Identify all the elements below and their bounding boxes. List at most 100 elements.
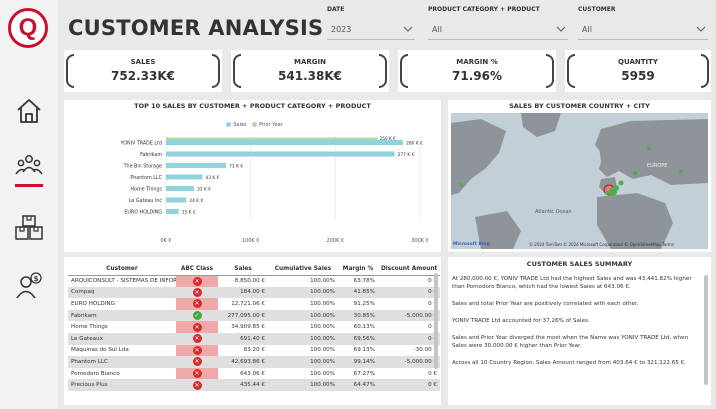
col-header-discount-amount[interactable]: Discount Amount xyxy=(378,263,440,276)
table-row[interactable]: ARQUICONSULT - SISTEMAS DE INFORMAÇÃO, S… xyxy=(68,275,440,287)
customers-icon[interactable] xyxy=(13,150,45,182)
cell-discount-amount: -5,000.00 € xyxy=(378,309,440,322)
cell-discount-amount: -5,000.00 € xyxy=(378,356,440,368)
sales-bar xyxy=(166,163,227,168)
class-a-check-icon: ✓ xyxy=(192,311,202,321)
col-header-margin-percent[interactable]: Margin % xyxy=(338,263,378,276)
kpi-label: MARGIN % xyxy=(456,58,498,66)
cell-customer: Precious Plus xyxy=(68,379,176,391)
cell-sales: 12,721.06 € xyxy=(231,300,265,307)
cell-margin-percent: 30.85% xyxy=(338,309,378,322)
map-attribution[interactable]: © 2024 TomTom © 2024 Microsoft Corporati… xyxy=(529,242,674,247)
cell-sales: 8,850.00 € xyxy=(234,278,265,285)
customer-filter-label: CUSTOMER xyxy=(578,6,616,13)
page-title: CUSTOMER ANALYSIS xyxy=(68,16,324,40)
kpi-value: 752.33K€ xyxy=(111,69,175,83)
map-title: SALES BY CUSTOMER COUNTRY + CITY xyxy=(509,102,650,110)
col-header-sales[interactable]: Sales xyxy=(218,263,268,276)
cell-customer: Phantom LLC xyxy=(68,356,176,368)
table-row[interactable]: Precious Plus✕C435.44 €100.00%64.47%0 € xyxy=(68,379,440,391)
table-row[interactable]: Máquinas do Sul Lda ✕C 83.20 € 100.00% 69.13… xyxy=(68,344,440,357)
class-c-cross-icon: ✕ xyxy=(192,334,202,344)
cell-margin-percent: 91.25% xyxy=(353,300,375,307)
table-header-row: Customer ABC Class Sales Cumulative Sale… xyxy=(68,263,440,276)
class-c-cross-icon: ✕ xyxy=(192,380,202,390)
table-row[interactable]: Fabrikam✓A277,095.00 €100.00%30.85%-5,00… xyxy=(68,309,440,322)
products-icon[interactable] xyxy=(13,212,45,244)
active-nav-indicator xyxy=(15,184,43,187)
category-label: Home Things xyxy=(130,187,162,193)
col-header-abc-class[interactable]: ABC Class xyxy=(176,263,218,276)
person-info-icon[interactable]: $ xyxy=(13,270,45,302)
product-filter-dropdown[interactable]: All xyxy=(428,20,568,40)
cell-discount-amount: 0 € xyxy=(378,286,440,299)
cell-abc-class: ✕C xyxy=(176,275,218,287)
product-filter[interactable]: PRODUCT CATEGORY + PRODUCT All xyxy=(428,6,568,42)
app-logo[interactable]: Q xyxy=(8,8,48,48)
home-icon[interactable] xyxy=(13,95,45,127)
kpi-value: 71.96% xyxy=(452,69,502,83)
bing-logo: Microsoft Bing xyxy=(453,242,490,247)
cell-cumulative-sales: 100.00% xyxy=(310,347,335,354)
date-filter[interactable]: DATE 2023 xyxy=(327,6,415,42)
col-header-cumulative-sales[interactable]: Cumulative Sales xyxy=(268,263,338,276)
cell-discount-amount: 0 € xyxy=(378,379,440,391)
top10-sales-panel: TOP 10 SALES BY CUSTOMER + PRODUCT CATEG… xyxy=(64,100,441,252)
kpi-margin-card: MARGIN 541.38K€ xyxy=(231,50,389,92)
cell-customer: Home Things xyxy=(71,324,108,331)
customer-filter-dropdown[interactable]: All xyxy=(578,20,708,40)
cell-discount-amount: 0 € xyxy=(428,278,437,285)
customer-table[interactable]: Customer ABC Class Sales Cumulative Sale… xyxy=(68,263,440,391)
table-row[interactable]: Home Things ✕C 34,909.85 € 100.00% 60.13% 0 € xyxy=(68,321,440,333)
kpi-label: MARGIN xyxy=(294,58,326,66)
cell-cumulative-sales: 100.00% xyxy=(268,286,338,299)
summary-panel: CUSTOMER SALES SUMMARY At 280,000.00 €, … xyxy=(448,257,711,405)
cell-cumulative-sales: 100.00% xyxy=(268,379,338,391)
cell-abc-class: ✕C xyxy=(176,367,218,380)
summary-scrollbar[interactable] xyxy=(704,275,708,385)
product-filter-label: PRODUCT CATEGORY + PRODUCT xyxy=(428,6,540,13)
table-row[interactable]: Compaq✕C184.00 €100.00%41.85%0 € xyxy=(68,286,440,299)
chevron-down-icon xyxy=(556,26,566,32)
cell-customer: Le Gateaux xyxy=(68,332,176,345)
col-header-customer[interactable]: Customer xyxy=(68,263,176,276)
cell-discount-amount: 0 € xyxy=(428,324,437,331)
table-row[interactable]: EURO HOLDING ✕C 12,721.06 € 100.00% 91.25% 0 … xyxy=(68,298,440,310)
sales-data-label: 33 K € xyxy=(197,187,211,193)
cell-customer: Máquinas do Sul Lda xyxy=(71,347,129,354)
summary-paragraph: At 280,000.00 €, YONIV TRADE Ltd had the… xyxy=(452,276,692,290)
cell-margin-percent: 69.56% xyxy=(338,332,378,345)
table-scrollbar[interactable] xyxy=(434,273,438,369)
map-panel: SALES BY CUSTOMER COUNTRY + CITY EUROPE … xyxy=(448,100,711,252)
table-row[interactable]: Le Gateaux✕C691.40 €100.00%69.56%0 € xyxy=(68,332,440,345)
cell-discount-amount: -30.00 € xyxy=(413,347,437,354)
sales-bar xyxy=(166,209,179,214)
category-label: EURO HOLDING xyxy=(124,210,162,216)
cell-discount-amount: 0 € xyxy=(378,332,440,345)
cell-cumulative-sales: 100.00% xyxy=(310,300,335,307)
product-filter-value: All xyxy=(432,25,442,34)
cell-abc-class: ✓A xyxy=(176,309,218,322)
customer-table-panel: Customer ABC Class Sales Cumulative Sale… xyxy=(64,257,441,405)
date-filter-dropdown[interactable]: 2023 xyxy=(327,20,415,40)
map-label-europe: EUROPE xyxy=(647,163,668,169)
sales-data-label: 24 K € xyxy=(189,198,203,204)
cell-margin-percent: 60.13% xyxy=(353,324,375,331)
top10-bar-chart[interactable]: 0K €100K €200K €300K €YONIV TRADE Ltd250… xyxy=(64,100,441,252)
map-view[interactable]: EUROPE Atlantic Ocean Microsoft Bing © 2… xyxy=(451,113,708,249)
kpi-label: SALES xyxy=(130,58,156,66)
table-row[interactable]: Phantom LLC✕C42,693.86 €100.00%99.14%-5,… xyxy=(68,356,440,368)
sidebar: Q $ xyxy=(0,0,58,409)
sales-data-label: 71 K € xyxy=(229,164,243,170)
summary-paragraph: Sales and total Prior Year are positivel… xyxy=(452,301,639,307)
customer-filter[interactable]: CUSTOMER All xyxy=(578,6,708,42)
chevron-down-icon xyxy=(696,26,706,32)
cell-sales: 83.20 € xyxy=(243,347,265,354)
cell-customer: Fabrikam xyxy=(68,309,176,322)
table-row[interactable]: Pomodoro Bianco ✕C 643.06 € 100.00% 67.27% 0 … xyxy=(68,367,440,380)
kpi-quantity-card: QUANTITY 5959 xyxy=(565,50,711,92)
x-tick-label: 200K € xyxy=(327,238,345,244)
kpi-value: 5959 xyxy=(621,69,655,83)
cell-sales: 691.40 € xyxy=(218,332,268,345)
class-c-cross-icon: ✕ xyxy=(192,345,202,355)
